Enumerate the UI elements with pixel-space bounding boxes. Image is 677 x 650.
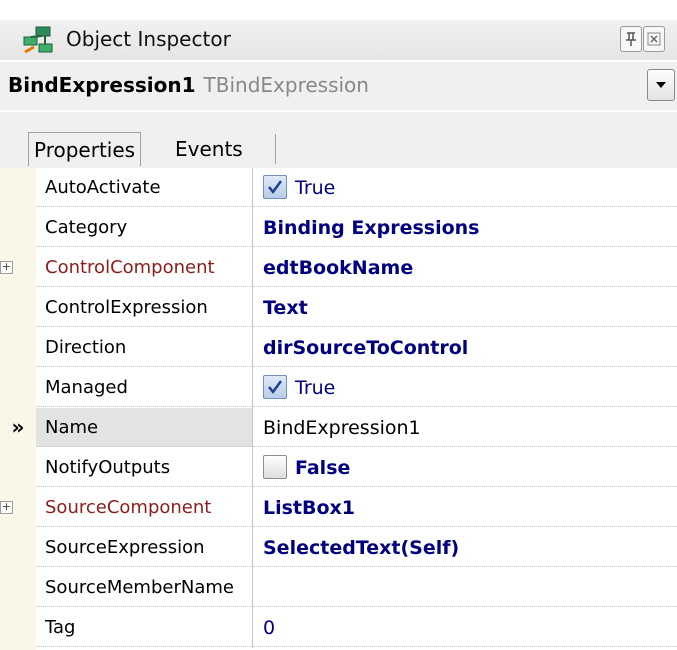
property-value-text: SelectedText(Self) xyxy=(263,537,460,559)
property-value[interactable]: True xyxy=(253,368,677,407)
property-row[interactable]: SourceMemberName xyxy=(0,568,677,608)
tab-divider xyxy=(275,134,276,164)
property-value-text: True xyxy=(295,177,336,199)
pin-icon[interactable] xyxy=(620,26,642,52)
row-indicator: » xyxy=(11,415,25,439)
property-name: AutoActivate xyxy=(36,168,252,207)
property-name: SourceMemberName xyxy=(36,568,252,607)
property-name: SourceExpression xyxy=(36,528,252,567)
property-value-text: edtBookName xyxy=(263,257,414,279)
expand-icon[interactable]: + xyxy=(0,501,13,514)
title-bar: Object Inspector xyxy=(0,20,677,60)
property-value-text: BindExpression1 xyxy=(263,417,421,439)
property-value[interactable]: dirSourceToControl xyxy=(253,328,677,367)
property-row[interactable]: Tag 0 xyxy=(0,608,677,648)
property-value-text: 0 xyxy=(263,617,276,639)
property-row[interactable]: + ControlComponent edtBookName xyxy=(0,248,677,288)
property-value[interactable]: Text xyxy=(253,288,677,327)
property-value[interactable]: SelectedText(Self) xyxy=(253,528,677,567)
property-value-text: ListBox1 xyxy=(263,497,356,519)
property-value-text: True xyxy=(295,377,336,399)
property-value[interactable]: edtBookName xyxy=(253,248,677,287)
component-selector[interactable]: BindExpression1 TBindExpression xyxy=(0,62,677,110)
property-name: ControlComponent xyxy=(36,248,252,287)
property-row[interactable]: + SourceComponent ListBox1 xyxy=(0,488,677,528)
property-name: Name xyxy=(36,408,252,447)
property-value[interactable]: True xyxy=(253,168,677,207)
property-name: Direction xyxy=(36,328,252,367)
property-value-text: Binding Expressions xyxy=(263,217,480,239)
tab-events[interactable]: Events xyxy=(170,132,248,166)
property-value[interactable]: Binding Expressions xyxy=(253,208,677,247)
component-type: TBindExpression xyxy=(203,73,369,97)
checkbox-unchecked[interactable] xyxy=(263,454,287,479)
object-inspector-icon xyxy=(22,25,56,55)
checkbox-checked[interactable] xyxy=(263,374,287,399)
property-row[interactable]: SourceExpression SelectedText(Self) xyxy=(0,528,677,568)
chevron-down-icon xyxy=(656,82,666,88)
property-row[interactable]: AutoActivate True xyxy=(0,168,677,208)
property-row[interactable]: Category Binding Expressions xyxy=(0,208,677,248)
property-value[interactable] xyxy=(253,568,677,607)
property-name: Tag xyxy=(36,608,252,647)
inspector-tabs: Properties Events xyxy=(0,112,677,168)
property-name: Managed xyxy=(36,368,252,407)
property-grid: AutoActivate True Category Binding Expressi… xyxy=(0,168,677,650)
checkbox-checked[interactable] xyxy=(263,174,287,199)
property-name: ControlExpression xyxy=(36,288,252,327)
property-row[interactable]: Managed True xyxy=(0,368,677,408)
property-value[interactable]: 0 xyxy=(253,608,677,647)
property-value-text: False xyxy=(295,457,351,479)
property-row[interactable]: ControlExpression Text xyxy=(0,288,677,328)
property-value[interactable]: BindExpression1 xyxy=(253,408,677,447)
property-row[interactable]: NotifyOutputs False xyxy=(0,448,677,488)
expand-icon[interactable]: + xyxy=(0,261,13,274)
component-dropdown-button[interactable] xyxy=(647,69,675,101)
property-name: Category xyxy=(36,208,252,247)
property-value-text: dirSourceToControl xyxy=(263,337,469,359)
property-name: NotifyOutputs xyxy=(36,448,252,487)
property-row[interactable]: Direction dirSourceToControl xyxy=(0,328,677,368)
window-title: Object Inspector xyxy=(66,27,231,51)
property-value[interactable]: ListBox1 xyxy=(253,488,677,527)
property-value[interactable]: False xyxy=(253,448,677,487)
property-value-text: Text xyxy=(263,297,308,319)
component-field[interactable]: BindExpression1 TBindExpression xyxy=(8,69,648,101)
component-name: BindExpression1 xyxy=(8,73,196,97)
close-icon[interactable] xyxy=(643,26,665,52)
property-name: SourceComponent xyxy=(36,488,252,527)
property-row[interactable]: » Name BindExpression1 xyxy=(0,408,677,448)
tab-properties[interactable]: Properties xyxy=(28,132,142,166)
